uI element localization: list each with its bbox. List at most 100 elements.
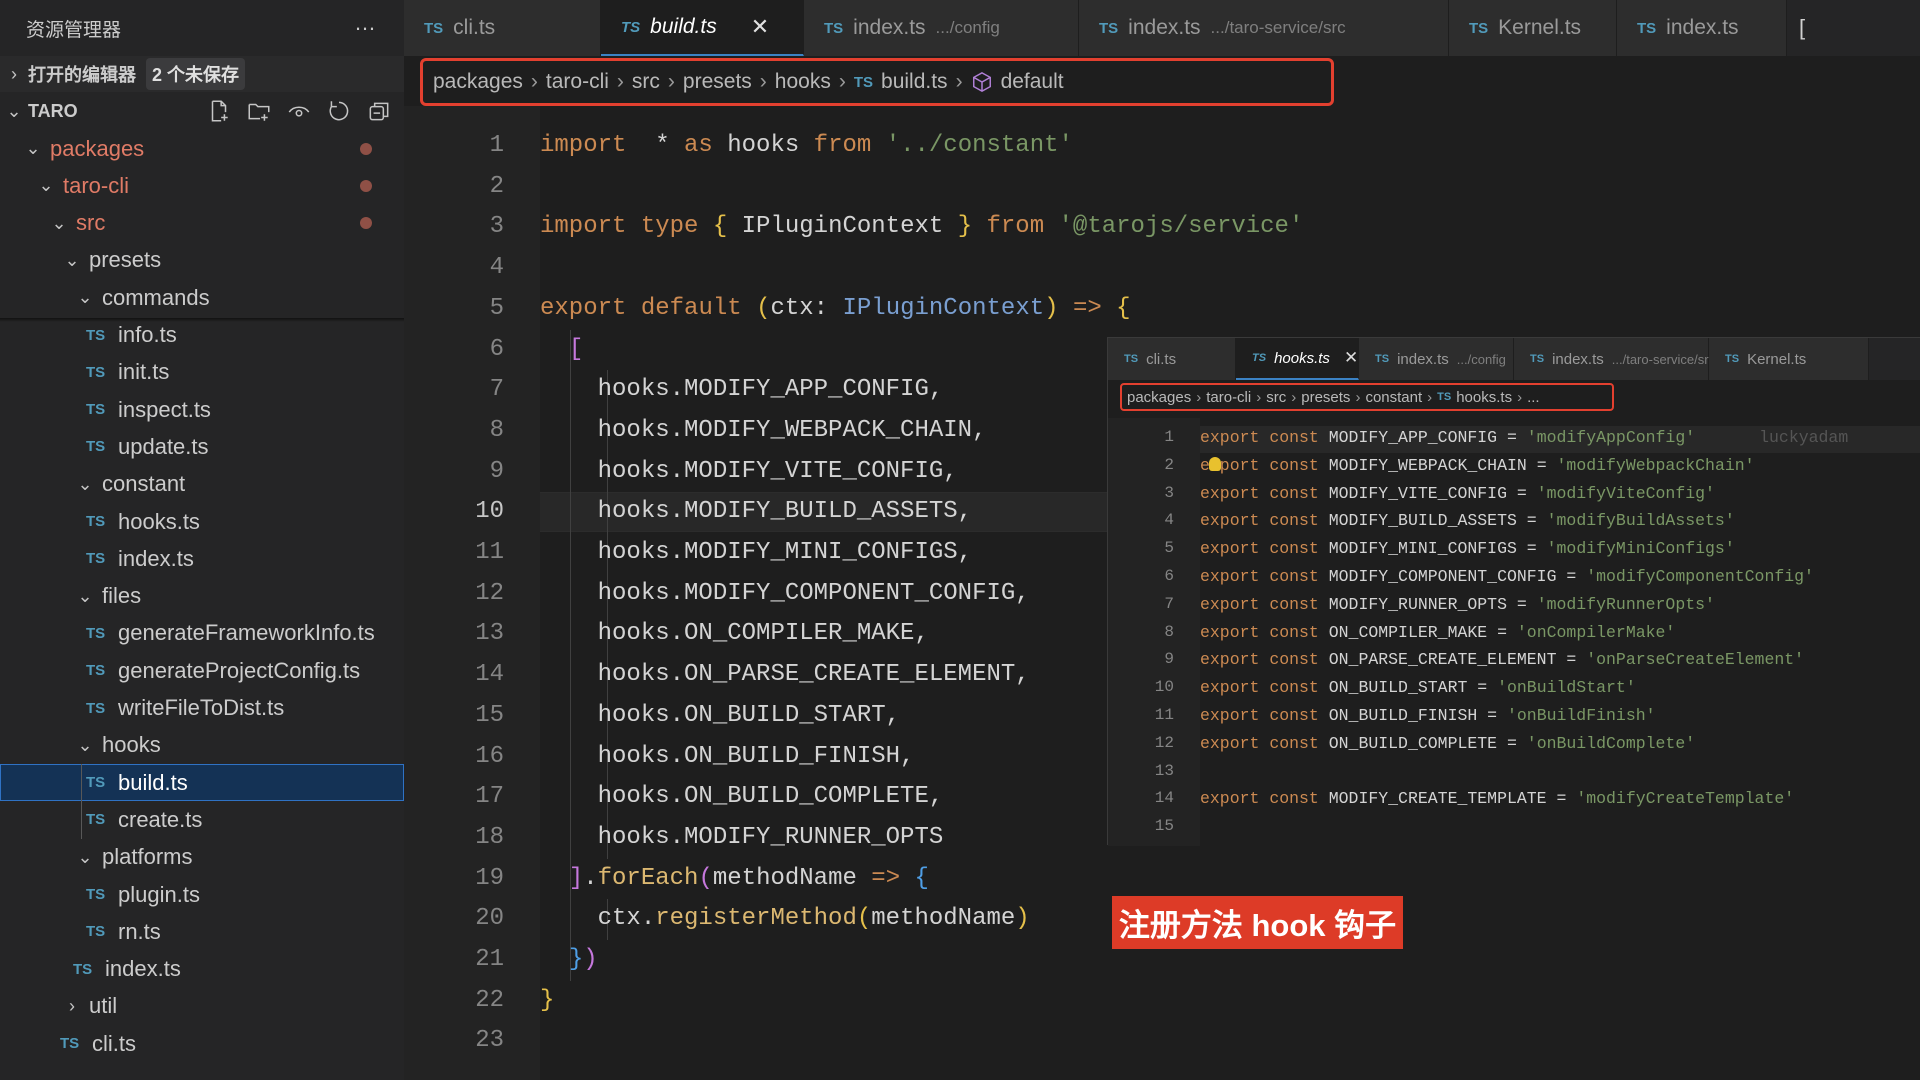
breadcrumb-item[interactable]: src bbox=[632, 70, 660, 94]
tree-folder[interactable]: ⌄ taro-cli bbox=[0, 167, 404, 204]
line-number: 10 bbox=[475, 498, 504, 526]
breadcrumb-item[interactable]: build.ts bbox=[881, 70, 948, 94]
line-number: 3 bbox=[1164, 483, 1174, 502]
code-line: ctx.registerMethod(methodName) bbox=[540, 905, 1030, 932]
tree-folder[interactable]: ⌄ constant bbox=[0, 466, 404, 503]
tree-item-label: init.ts bbox=[118, 359, 170, 385]
tree-folder[interactable]: ⌄ hooks bbox=[0, 727, 404, 764]
breadcrumb-item[interactable]: presets bbox=[683, 70, 752, 94]
code-line: ].forEach(methodName => { bbox=[540, 865, 929, 892]
new-folder-icon[interactable] bbox=[246, 98, 272, 124]
collapse-all-icon[interactable] bbox=[366, 98, 392, 124]
line-number: 15 bbox=[1154, 817, 1174, 836]
breadcrumb-item[interactable]: src bbox=[1266, 389, 1286, 406]
tree-file[interactable]: TS hooks.ts bbox=[0, 503, 404, 540]
line-number: 17 bbox=[475, 783, 504, 811]
breadcrumb-item[interactable]: hooks.ts bbox=[1456, 389, 1512, 406]
code-token: methodName bbox=[871, 905, 1016, 933]
constant-name: MODIFY_WEBPACK_CHAIN bbox=[1328, 455, 1527, 475]
refresh-icon[interactable] bbox=[326, 98, 352, 124]
tree-file[interactable]: TS generateFrameworkInfo.ts bbox=[0, 615, 404, 652]
breadcrumb-item[interactable]: default bbox=[1001, 70, 1064, 94]
tree-file[interactable]: TS update.ts bbox=[0, 428, 404, 465]
eye-icon[interactable] bbox=[286, 98, 312, 124]
tree-item-label: hooks.ts bbox=[118, 508, 200, 534]
open-editors-section[interactable]: › 打开的编辑器 2 个未保存 bbox=[0, 56, 404, 92]
more-actions-icon[interactable]: … bbox=[354, 10, 378, 36]
tab-label: index.ts bbox=[1666, 16, 1739, 39]
tree-file[interactable]: TS inspect.ts bbox=[0, 391, 404, 428]
tree-file[interactable]: TS build.ts bbox=[0, 764, 404, 802]
tree-file[interactable]: TS info.ts bbox=[0, 317, 404, 354]
tree-file[interactable]: TS index.ts bbox=[0, 540, 404, 577]
tree-folder[interactable]: ⌄ packages bbox=[0, 130, 404, 167]
code-token: hooks.ON_BUILD_START, bbox=[540, 701, 901, 729]
line-number: 4 bbox=[1164, 511, 1174, 530]
string-value: 'onBuildFinish' bbox=[1507, 706, 1656, 725]
breadcrumb-item[interactable]: taro-cli bbox=[546, 70, 609, 94]
line-number: 16 bbox=[475, 742, 504, 770]
constant-name: ON_PARSE_CREATE_ELEMENT bbox=[1328, 650, 1557, 670]
editor-tab[interactable]: TS Kernel.ts bbox=[1449, 0, 1617, 56]
tab-description: .../config bbox=[935, 18, 1000, 37]
tree-file[interactable]: TS writeFileToDist.ts bbox=[0, 690, 404, 727]
tree-file[interactable]: TS rn.ts bbox=[0, 913, 404, 950]
constant-name: MODIFY_CREATE_TEMPLATE bbox=[1328, 789, 1547, 809]
code-token: { bbox=[914, 864, 929, 892]
tab-label: index.ts bbox=[853, 16, 926, 39]
code-token: . bbox=[583, 864, 598, 892]
editor-tab[interactable]: TS index.ts .../config bbox=[1359, 338, 1514, 380]
tree-folder[interactable]: ⌄ platforms bbox=[0, 839, 404, 876]
workspace-section[interactable]: ⌄ TARO bbox=[0, 93, 404, 129]
breadcrumb-item[interactable]: constant bbox=[1365, 389, 1422, 406]
editor-tabs: TS cli.ts TS build.ts ✕ TS index.ts .../config T… bbox=[404, 0, 1920, 56]
code-token: const bbox=[1269, 511, 1319, 531]
tree-folder[interactable]: ⌄ src bbox=[0, 205, 404, 242]
editor-tab[interactable]: TS index.ts bbox=[1617, 0, 1787, 56]
new-file-icon[interactable] bbox=[206, 98, 232, 124]
breadcrumb-item[interactable]: presets bbox=[1301, 389, 1350, 406]
tree-file[interactable]: TS init.ts bbox=[0, 354, 404, 391]
modified-dot bbox=[360, 179, 372, 192]
editor-tab[interactable]: TS build.ts ✕ bbox=[601, 0, 804, 56]
typescript-file-icon: TS bbox=[86, 774, 106, 792]
code-token: IPluginContext bbox=[727, 213, 958, 241]
breadcrumb-item[interactable]: hooks bbox=[775, 70, 831, 94]
editor-tab[interactable]: TS hooks.ts ✕ bbox=[1236, 338, 1359, 380]
breadcrumb-item[interactable]: packages bbox=[433, 70, 523, 94]
tree-file[interactable]: TS plugin.ts bbox=[0, 876, 404, 913]
editor-tab[interactable]: TS Kernel.ts bbox=[1709, 338, 1869, 380]
breadcrumb-item[interactable]: ... bbox=[1527, 389, 1540, 406]
typescript-file-icon: TS bbox=[1437, 391, 1452, 403]
constant-name: MODIFY_APP_CONFIG bbox=[1328, 428, 1498, 447]
lightbulb-icon[interactable] bbox=[1209, 457, 1221, 471]
breadcrumb-item[interactable]: taro-cli bbox=[1206, 389, 1251, 406]
close-icon[interactable]: ✕ bbox=[751, 14, 769, 40]
tree-file[interactable]: TS cli.ts bbox=[0, 1025, 404, 1062]
line-number: 11 bbox=[1154, 706, 1174, 724]
editor-tab[interactable]: TS cli.ts bbox=[404, 0, 601, 56]
code-token: hooks bbox=[712, 132, 814, 159]
tree-folder[interactable]: ⌄ commands bbox=[0, 279, 404, 316]
code-token: const bbox=[1269, 622, 1319, 642]
code-token: hooks.MODIFY_VITE_CONFIG, bbox=[540, 457, 958, 485]
typescript-file-icon: TS bbox=[824, 19, 844, 37]
tree-folder[interactable]: ⌄ files bbox=[0, 578, 404, 615]
code-line: export const MODIFY_APP_CONFIG = 'modify… bbox=[1200, 428, 1849, 447]
line-number: 18 bbox=[475, 823, 504, 851]
editor-tab[interactable]: TS index.ts .../taro-service/src bbox=[1514, 338, 1715, 380]
tree-folder[interactable]: › util bbox=[0, 988, 404, 1025]
code-token: hooks.ON_COMPILER_MAKE, bbox=[540, 620, 929, 648]
close-icon[interactable]: ✕ bbox=[1344, 348, 1358, 368]
tree-file[interactable]: TS generateProjectConfig.ts bbox=[0, 652, 404, 689]
tree-item-label: hooks bbox=[102, 732, 161, 758]
breadcrumb-item[interactable]: packages bbox=[1127, 389, 1191, 406]
tree-folder[interactable]: ⌄ presets bbox=[0, 242, 404, 279]
editor-tab[interactable]: TS index.ts .../taro-service/src bbox=[1079, 0, 1449, 56]
tree-file[interactable]: TS create.ts bbox=[0, 801, 404, 838]
chevron-right-icon: › bbox=[759, 70, 767, 93]
editor-tab[interactable]: TS index.ts .../config bbox=[804, 0, 1079, 56]
typescript-file-icon: TS bbox=[621, 18, 641, 36]
tree-file[interactable]: TS index.ts bbox=[0, 951, 404, 988]
editor-tab[interactable]: TS cli.ts bbox=[1108, 338, 1236, 380]
